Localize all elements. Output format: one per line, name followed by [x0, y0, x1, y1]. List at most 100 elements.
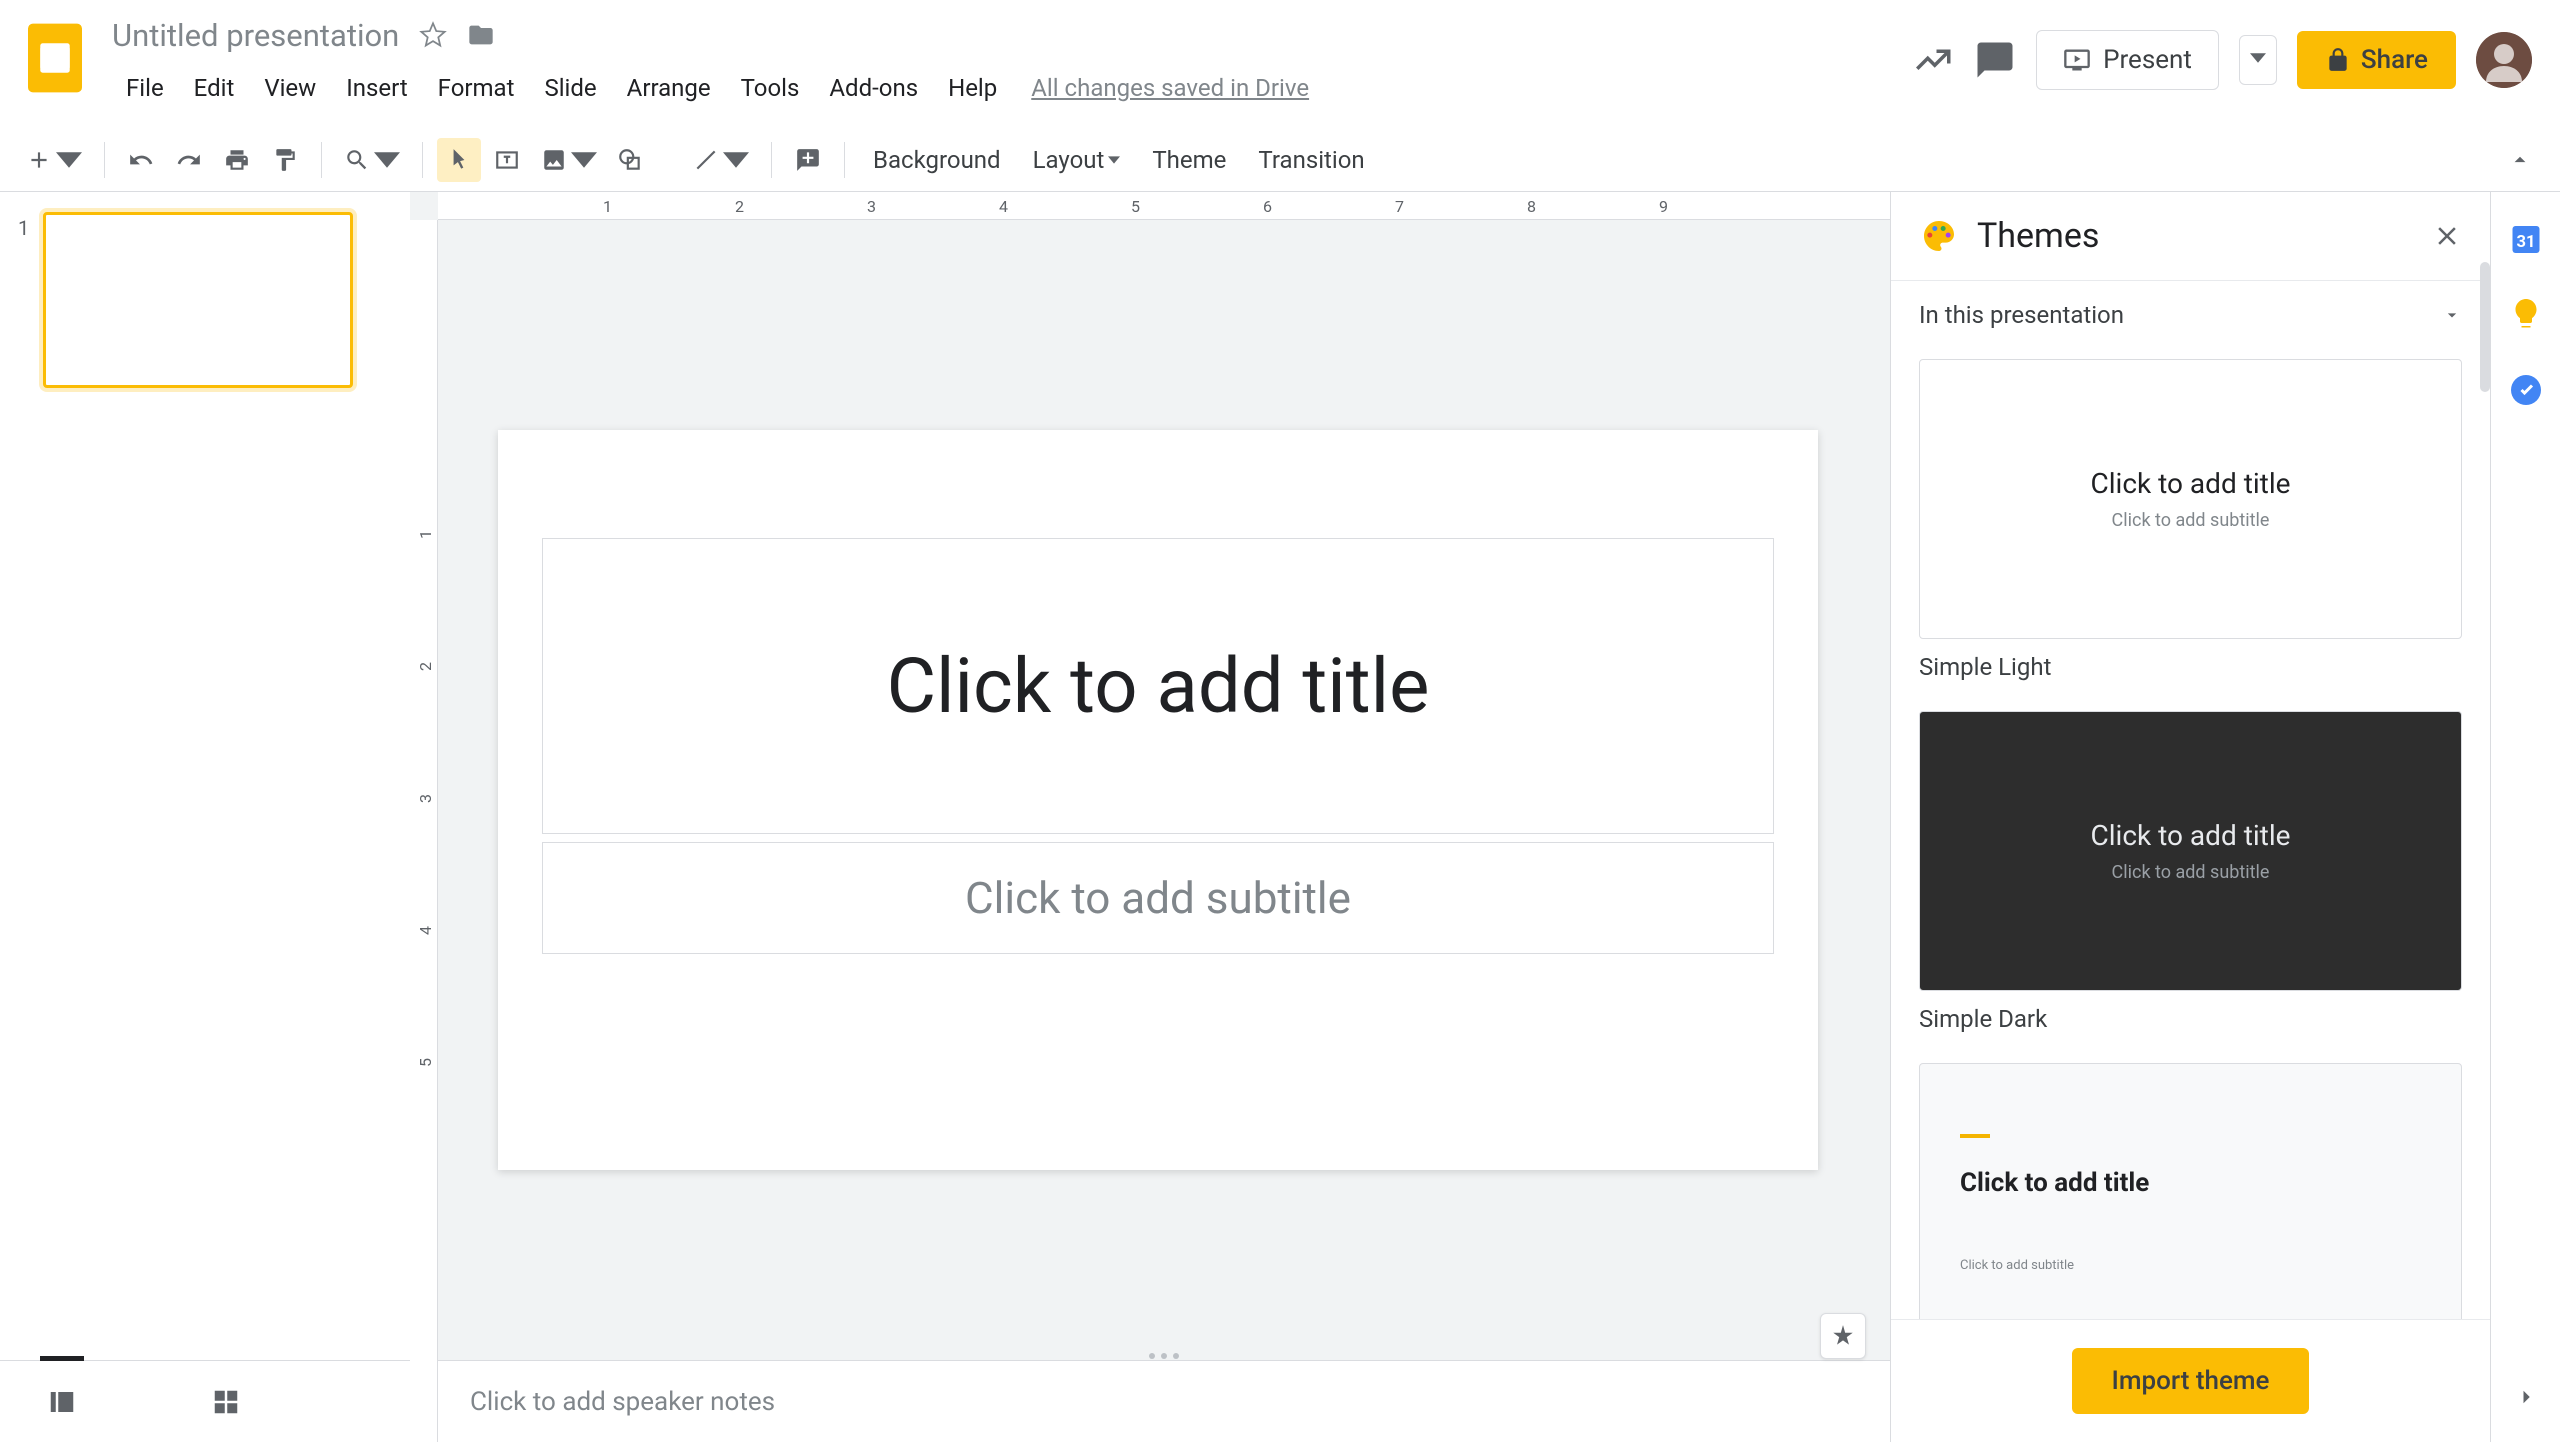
keep-icon[interactable] — [2508, 296, 2544, 332]
header: Untitled presentation File Edit View Ins… — [0, 0, 2560, 128]
theme-preview[interactable]: Click to add title Click to add subtitle — [1919, 359, 2462, 639]
close-icon[interactable] — [2432, 221, 2462, 251]
grid-view-button[interactable] — [204, 1380, 248, 1424]
themes-header: Themes — [1891, 192, 2490, 280]
separator — [771, 142, 772, 178]
theme-card-streamline: Click to add title Click to add subtitle — [1919, 1063, 2462, 1343]
theme-button[interactable]: Theme — [1138, 136, 1240, 184]
filmstrip-bottom — [0, 1360, 410, 1442]
star-icon[interactable] — [419, 21, 447, 49]
themes-title: Themes — [1977, 216, 2414, 256]
theme-preview-sub: Click to add subtitle — [1960, 1258, 2074, 1273]
theme-accent — [1960, 1134, 1990, 1138]
undo-button[interactable] — [119, 138, 163, 182]
new-slide-button[interactable] — [18, 138, 90, 182]
activity-icon[interactable] — [1912, 39, 1954, 81]
drive-status[interactable]: All changes saved in Drive — [1031, 74, 1309, 102]
zoom-button[interactable] — [336, 138, 408, 182]
separator — [844, 142, 845, 178]
theme-preview-title: Click to add title — [2091, 819, 2291, 852]
redo-button[interactable] — [167, 138, 211, 182]
palette-icon — [1919, 216, 1959, 256]
theme-preview-sub: Click to add subtitle — [2112, 862, 2270, 883]
move-to-folder-icon[interactable] — [467, 21, 495, 49]
side-panel-toggle-icon[interactable] — [2511, 1382, 2541, 1412]
account-avatar[interactable] — [2476, 32, 2532, 88]
canvas-inner[interactable]: Click to add title Click to add subtitle — [438, 220, 1890, 1360]
menu-edit[interactable]: Edit — [180, 68, 249, 108]
theme-name: Simple Light — [1919, 653, 2462, 681]
title-placeholder-text: Click to add title — [887, 641, 1430, 731]
separator — [104, 142, 105, 178]
tasks-icon[interactable] — [2508, 372, 2544, 408]
main: 1 1 2 3 4 5 6 7 8 9 1 2 3 4 5 — [0, 192, 2560, 1442]
notes-resize-handle[interactable] — [1149, 1353, 1179, 1359]
side-panel: 31 — [2490, 192, 2560, 1442]
present-dropdown[interactable] — [2239, 35, 2277, 85]
menu-help[interactable]: Help — [934, 68, 1011, 108]
speaker-notes-area[interactable]: Click to add speaker notes — [438, 1360, 1890, 1442]
select-tool[interactable] — [437, 138, 481, 182]
theme-preview[interactable]: Click to add title Click to add subtitle — [1919, 1063, 2462, 1343]
line-tool[interactable] — [685, 138, 757, 182]
horizontal-ruler: 1 2 3 4 5 6 7 8 9 — [438, 192, 1890, 220]
doc-title[interactable]: Untitled presentation — [112, 17, 399, 54]
textbox-tool[interactable] — [485, 138, 529, 182]
themes-section-label: In this presentation — [1919, 301, 2124, 329]
themes-footer: Import theme — [1891, 1319, 2490, 1442]
paint-format-button[interactable] — [263, 138, 307, 182]
shape-tool[interactable] — [609, 138, 681, 182]
image-tool[interactable] — [533, 138, 605, 182]
slide-thumb-wrap: 1 — [18, 212, 392, 388]
filmstrip-view-button[interactable] — [40, 1380, 84, 1424]
theme-preview[interactable]: Click to add title Click to add subtitle — [1919, 711, 2462, 991]
add-comment-button[interactable] — [786, 138, 830, 182]
title-placeholder-box[interactable]: Click to add title — [542, 538, 1774, 834]
canvas-area: 1 2 3 4 5 6 7 8 9 1 2 3 4 5 Click to add… — [410, 192, 1890, 1442]
menu-slide[interactable]: Slide — [530, 68, 610, 108]
speaker-notes-placeholder: Click to add speaker notes — [470, 1387, 775, 1417]
share-label: Share — [2361, 45, 2428, 75]
slide-thumbnail[interactable] — [43, 212, 353, 388]
slide[interactable]: Click to add title Click to add subtitle — [498, 430, 1818, 1170]
explore-button[interactable] — [1820, 1313, 1866, 1359]
background-button[interactable]: Background — [859, 136, 1015, 184]
toolbar: Background Layout Theme Transition — [0, 128, 2560, 192]
share-button[interactable]: Share — [2297, 31, 2456, 89]
theme-preview-sub: Click to add subtitle — [2112, 510, 2270, 531]
menu-arrange[interactable]: Arrange — [613, 68, 725, 108]
print-button[interactable] — [215, 138, 259, 182]
chevron-down-icon — [2442, 305, 2462, 325]
import-theme-button[interactable]: Import theme — [2072, 1348, 2310, 1414]
menu-file[interactable]: File — [112, 68, 178, 108]
vertical-ruler: 1 2 3 4 5 — [410, 220, 438, 1442]
themes-section-toggle[interactable]: In this presentation — [1891, 280, 2490, 349]
transition-button[interactable]: Transition — [1244, 136, 1378, 184]
subtitle-placeholder-box[interactable]: Click to add subtitle — [542, 842, 1774, 954]
theme-card-simple-light: Click to add title Click to add subtitle… — [1919, 359, 2462, 681]
slides-app-icon[interactable] — [28, 22, 82, 94]
comments-icon[interactable] — [1974, 39, 2016, 81]
collapse-toolbar-button[interactable] — [2498, 138, 2542, 182]
subtitle-placeholder-text: Click to add subtitle — [965, 872, 1351, 924]
theme-card-simple-dark: Click to add title Click to add subtitle… — [1919, 711, 2462, 1033]
menu-view[interactable]: View — [250, 68, 330, 108]
theme-name: Simple Dark — [1919, 1005, 2462, 1033]
themes-scrollbar[interactable] — [2480, 262, 2490, 392]
present-label: Present — [2103, 45, 2192, 75]
menu-addons[interactable]: Add-ons — [815, 68, 932, 108]
menu-insert[interactable]: Insert — [332, 68, 421, 108]
separator — [422, 142, 423, 178]
calendar-icon[interactable]: 31 — [2508, 220, 2544, 256]
layout-button[interactable]: Layout — [1019, 136, 1135, 184]
svg-text:31: 31 — [2516, 233, 2535, 252]
slide-number: 1 — [18, 212, 29, 388]
present-button[interactable]: Present — [2036, 30, 2219, 90]
theme-preview-title: Click to add title — [2091, 467, 2291, 500]
themes-list: Click to add title Click to add subtitle… — [1891, 349, 2490, 1442]
header-right: Present Share — [1912, 30, 2532, 90]
themes-panel: Themes In this presentation Click to add… — [1890, 192, 2490, 1442]
filmstrip: 1 — [0, 192, 410, 1442]
menu-tools[interactable]: Tools — [727, 68, 814, 108]
menu-format[interactable]: Format — [424, 68, 529, 108]
